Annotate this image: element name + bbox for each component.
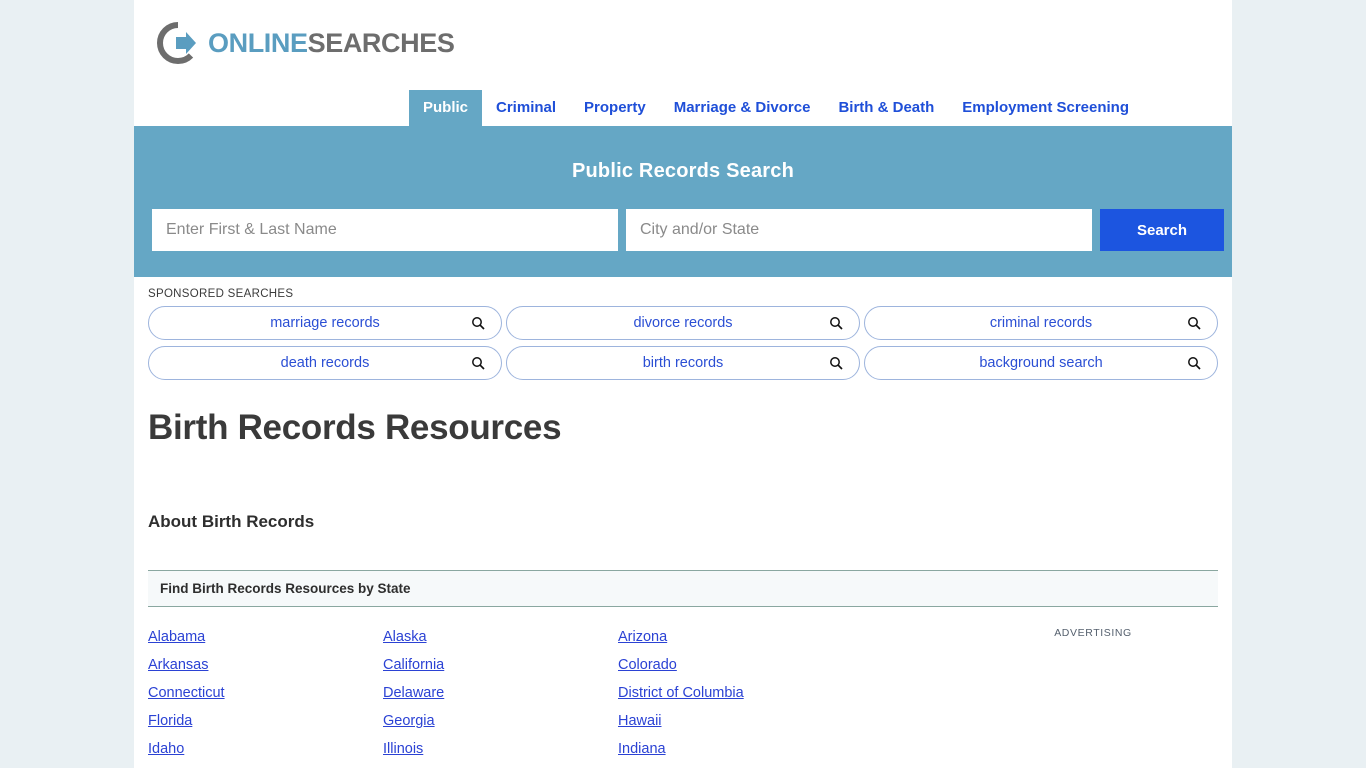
sponsored-pill-marriage-records[interactable]: marriage records bbox=[148, 306, 502, 340]
sponsored-pill-label: death records bbox=[280, 355, 370, 371]
circle-arrow-logo-icon bbox=[156, 21, 200, 65]
nav-tab-birth-death[interactable]: Birth & Death bbox=[824, 90, 948, 126]
sponsored-pill-label: divorce records bbox=[633, 315, 733, 331]
search-icon bbox=[1187, 316, 1201, 330]
search-icon bbox=[829, 356, 843, 370]
sponsored-pill-label: criminal records bbox=[989, 315, 1093, 331]
about-section-title: About Birth Records bbox=[148, 512, 315, 531]
state-link-indiana[interactable]: Indiana bbox=[618, 735, 666, 763]
state-link-arkansas[interactable]: Arkansas bbox=[148, 651, 208, 679]
state-link-alabama[interactable]: Alabama bbox=[148, 623, 205, 651]
search-icon bbox=[471, 356, 485, 370]
search-icon bbox=[471, 316, 485, 330]
site-logo[interactable]: ONLINESEARCHES bbox=[134, 0, 1232, 68]
sponsored-pill-label: background search bbox=[979, 355, 1103, 371]
search-band: Public Records Search Search bbox=[134, 126, 1232, 277]
sponsored-searches-label: SPONSORED SEARCHES bbox=[148, 288, 294, 300]
sponsored-searches: SPONSORED SEARCHES marriage records divo… bbox=[134, 277, 1232, 380]
main-navigation: Public Criminal Property Marriage & Divo… bbox=[134, 88, 1232, 126]
state-link-delaware[interactable]: Delaware bbox=[383, 679, 444, 707]
state-link-illinois[interactable]: Illinois bbox=[383, 735, 423, 763]
sponsored-pill-birth-records[interactable]: birth records bbox=[506, 346, 860, 380]
state-resources-body: Alabama Alaska Arizona Arkansas Californ… bbox=[148, 607, 1218, 763]
search-form: Search bbox=[134, 209, 1232, 251]
state-link-alaska[interactable]: Alaska bbox=[383, 623, 427, 651]
sponsored-pill-death-records[interactable]: death records bbox=[148, 346, 502, 380]
search-heading: Public Records Search bbox=[571, 160, 795, 182]
nav-tab-marriage-divorce[interactable]: Marriage & Divorce bbox=[660, 90, 825, 126]
state-link-district-of-columbia[interactable]: District of Columbia bbox=[618, 679, 744, 707]
nav-tab-criminal[interactable]: Criminal bbox=[482, 90, 570, 126]
state-link-california[interactable]: California bbox=[383, 651, 444, 679]
page-container: ONLINESEARCHES Public Criminal Property … bbox=[134, 0, 1232, 768]
nav-tab-public[interactable]: Public bbox=[409, 90, 483, 126]
state-link-arizona[interactable]: Arizona bbox=[618, 623, 667, 651]
sponsored-pill-label: marriage records bbox=[270, 315, 380, 331]
state-link-florida[interactable]: Florida bbox=[148, 707, 192, 735]
advertising-label: ADVERTISING bbox=[1054, 627, 1132, 639]
state-link-georgia[interactable]: Georgia bbox=[383, 707, 435, 735]
sponsored-pill-grid: marriage records divorce records crimina… bbox=[148, 306, 1218, 380]
state-resources-block: Find Birth Records Resources by State Al… bbox=[148, 570, 1218, 763]
advertising-column: ADVERTISING bbox=[968, 623, 1218, 763]
search-icon bbox=[1187, 356, 1201, 370]
sponsored-pill-label: birth records bbox=[642, 355, 724, 371]
logo-online-text: ONLINE bbox=[208, 27, 308, 58]
name-search-input[interactable] bbox=[152, 209, 618, 251]
nav-tab-property[interactable]: Property bbox=[570, 90, 660, 126]
state-link-connecticut[interactable]: Connecticut bbox=[148, 679, 225, 707]
search-icon bbox=[829, 316, 843, 330]
logo-wordmark: ONLINESEARCHES bbox=[208, 27, 455, 58]
state-links-grid: Alabama Alaska Arizona Arkansas Californ… bbox=[148, 623, 968, 763]
state-link-idaho[interactable]: Idaho bbox=[148, 735, 184, 763]
page-title: Birth Records Resources bbox=[148, 408, 562, 447]
state-link-hawaii[interactable]: Hawaii bbox=[618, 707, 662, 735]
logo-searches-text: SEARCHES bbox=[307, 27, 455, 58]
search-button[interactable]: Search bbox=[1100, 209, 1224, 251]
sponsored-pill-criminal-records[interactable]: criminal records bbox=[864, 306, 1218, 340]
sponsored-pill-divorce-records[interactable]: divorce records bbox=[506, 306, 860, 340]
sponsored-pill-background-search[interactable]: background search bbox=[864, 346, 1218, 380]
nav-tab-employment-screening[interactable]: Employment Screening bbox=[948, 90, 1143, 126]
state-link-colorado[interactable]: Colorado bbox=[618, 651, 677, 679]
state-resources-header: Find Birth Records Resources by State bbox=[148, 570, 1218, 607]
location-search-input[interactable] bbox=[626, 209, 1092, 251]
